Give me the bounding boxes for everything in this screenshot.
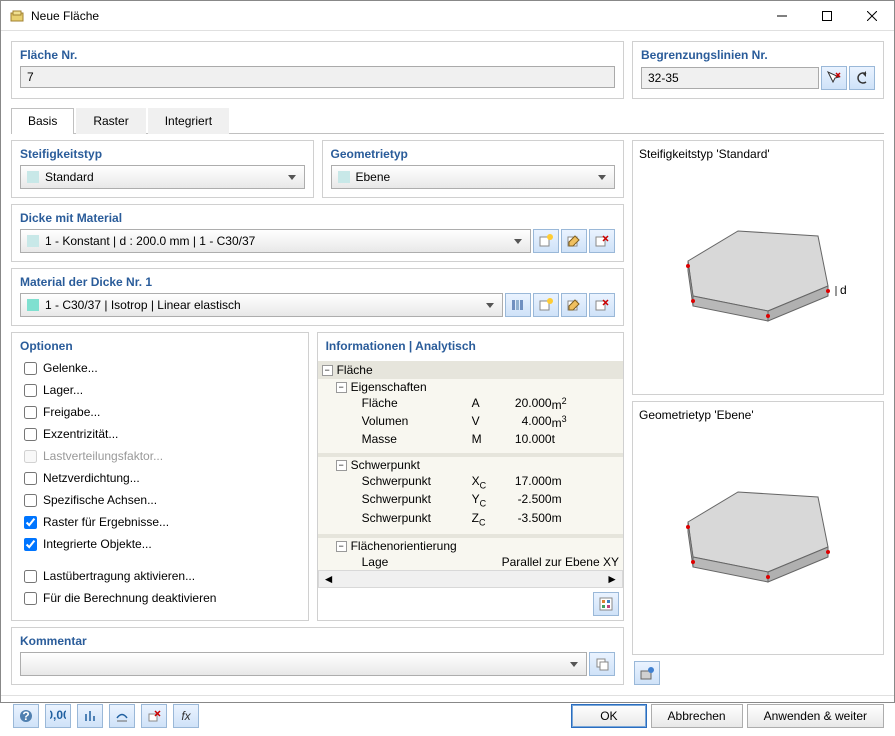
reverse-button[interactable] (849, 66, 875, 90)
info-panel: Informationen | Analytisch −Fläche −Eige… (317, 332, 624, 621)
color-swatch (27, 299, 39, 311)
options-panel: Optionen Gelenke... Lager... Freigabe...… (11, 332, 309, 621)
stiffness-preview-icon: d (658, 201, 858, 351)
geometry-preview-title: Geometrietyp 'Ebene' (639, 408, 877, 422)
delete-thickness-button[interactable] (589, 229, 615, 253)
options-label: Optionen (20, 339, 300, 353)
info-label: Informationen | Analytisch (318, 333, 623, 357)
thickness-label: Dicke mit Material (20, 211, 615, 225)
tab-raster[interactable]: Raster (76, 108, 145, 134)
geometry-preview-icon (658, 462, 858, 612)
collapse-icon[interactable]: − (336, 382, 347, 393)
new-material-button[interactable] (533, 293, 559, 317)
preview-settings-button[interactable] (634, 661, 660, 685)
help-button[interactable]: ? (13, 704, 39, 728)
axes-checkbox[interactable] (24, 494, 37, 507)
app-icon (9, 8, 25, 24)
collapse-icon[interactable]: − (336, 460, 347, 471)
comment-label: Kommentar (20, 634, 615, 648)
library-button[interactable] (505, 293, 531, 317)
comment-panel: Kommentar (11, 627, 624, 685)
close-button[interactable] (849, 1, 894, 30)
transfer-checkbox[interactable] (24, 570, 37, 583)
script-button[interactable]: fx (173, 704, 199, 728)
boundary-panel: Begrenzungslinien Nr. 32-35 (632, 41, 884, 99)
geometry-panel: Geometrietyp Ebene (322, 140, 625, 198)
svg-text:?: ? (22, 709, 29, 723)
stiffness-preview-title: Steifigkeitstyp 'Standard' (639, 147, 877, 161)
footer: ? 0,00 fx OK Abbrechen Anwenden & weiter (1, 695, 894, 736)
material-label: Material der Dicke Nr. 1 (20, 275, 615, 289)
edit-thickness-button[interactable] (561, 229, 587, 253)
thickness-dropdown[interactable]: 1 - Konstant | d : 200.0 mm | 1 - C30/37 (20, 229, 531, 253)
titlebar: Neue Fläche (1, 1, 894, 31)
eccentricity-checkbox[interactable] (24, 428, 37, 441)
deactivate-checkbox[interactable] (24, 592, 37, 605)
window-title: Neue Fläche (31, 9, 759, 23)
maximize-button[interactable] (804, 1, 849, 30)
material-dropdown[interactable]: 1 - C30/37 | Isotrop | Linear elastisch (20, 293, 503, 317)
collapse-icon[interactable]: − (322, 365, 333, 376)
new-thickness-button[interactable] (533, 229, 559, 253)
integrated-checkbox[interactable] (24, 538, 37, 551)
surface-no-panel: Fläche Nr. 7 (11, 41, 624, 99)
collapse-icon[interactable]: − (336, 541, 347, 552)
scroll-right-icon[interactable]: ► (606, 572, 618, 586)
delete-material-button[interactable] (589, 293, 615, 317)
geometry-preview: Geometrietyp 'Ebene' (632, 401, 884, 656)
geometry-label: Geometrietyp (331, 147, 616, 161)
supports-checkbox[interactable] (24, 384, 37, 397)
tool2-button[interactable] (109, 704, 135, 728)
tab-basis[interactable]: Basis (11, 108, 74, 134)
stiffness-panel: Steifigkeitstyp Standard (11, 140, 314, 198)
tool3-button[interactable] (141, 704, 167, 728)
stiffness-label: Steifigkeitstyp (20, 147, 305, 161)
color-swatch (27, 235, 39, 247)
surface-no-label: Fläche Nr. (20, 48, 615, 62)
mesh-checkbox[interactable] (24, 472, 37, 485)
scroll-left-icon[interactable]: ◄ (323, 572, 335, 586)
tool1-button[interactable] (77, 704, 103, 728)
edit-material-button[interactable] (561, 293, 587, 317)
info-tree[interactable]: −Fläche −Eigenschaften FlächeA20.000m2 V… (318, 361, 623, 570)
comment-dropdown[interactable] (20, 652, 587, 676)
geometry-dropdown[interactable]: Ebene (331, 165, 616, 189)
boundary-label: Begrenzungslinien Nr. (641, 48, 875, 62)
material-panel: Material der Dicke Nr. 1 1 - C30/37 | Is… (11, 268, 624, 326)
comment-copy-button[interactable] (589, 652, 615, 676)
horizontal-scrollbar[interactable]: ◄► (318, 570, 623, 588)
pick-lines-button[interactable] (821, 66, 847, 90)
svg-text:0,00: 0,00 (50, 708, 66, 722)
svg-text:fx: fx (181, 709, 191, 723)
svg-text:d: d (840, 283, 847, 297)
units-button[interactable]: 0,00 (45, 704, 71, 728)
loaddist-checkbox (24, 450, 37, 463)
release-checkbox[interactable] (24, 406, 37, 419)
tab-integriert[interactable]: Integriert (148, 108, 229, 134)
surface-no-input[interactable]: 7 (20, 66, 615, 88)
info-extra-button[interactable] (593, 592, 619, 616)
joints-checkbox[interactable] (24, 362, 37, 375)
cancel-button[interactable]: Abbrechen (651, 704, 743, 728)
boundary-input[interactable]: 32-35 (641, 67, 819, 89)
color-swatch (338, 171, 350, 183)
ok-button[interactable]: OK (571, 704, 646, 728)
stiffness-dropdown[interactable]: Standard (20, 165, 305, 189)
minimize-button[interactable] (759, 1, 804, 30)
grid-checkbox[interactable] (24, 516, 37, 529)
apply-button[interactable]: Anwenden & weiter (747, 704, 884, 728)
stiffness-preview: Steifigkeitstyp 'Standard' d (632, 140, 884, 395)
dialog-window: Neue Fläche Fläche Nr. 7 Begrenzungslini… (0, 0, 895, 703)
tab-strip: Basis Raster Integriert (11, 107, 884, 134)
thickness-panel: Dicke mit Material 1 - Konstant | d : 20… (11, 204, 624, 262)
color-swatch (27, 171, 39, 183)
